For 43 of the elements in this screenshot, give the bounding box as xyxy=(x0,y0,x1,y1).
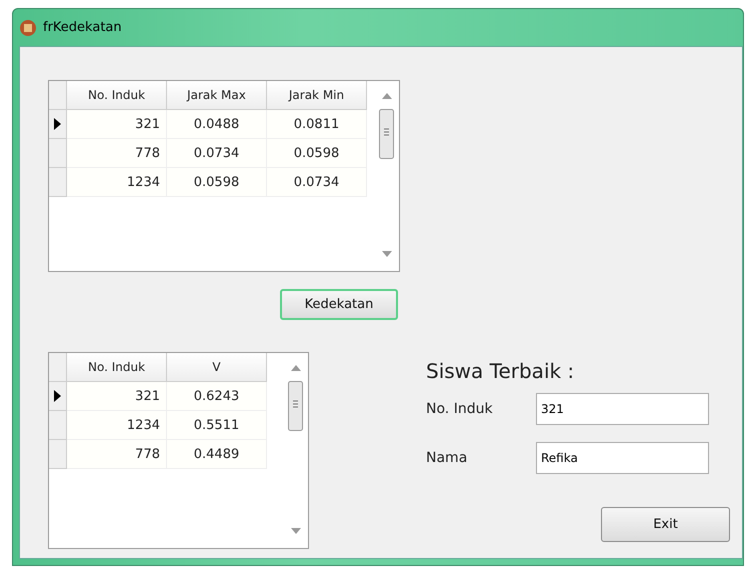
field-label: No. Induk xyxy=(426,401,494,417)
app-icon xyxy=(19,18,37,36)
field-label: Nama xyxy=(426,450,468,466)
table-cell: 321 xyxy=(67,110,167,139)
table-cell: 0.6243 xyxy=(167,382,267,411)
input-field[interactable]: 321 xyxy=(536,393,709,425)
table-cell: 1234 xyxy=(67,411,167,440)
input-field[interactable]: Refika xyxy=(536,442,709,474)
table-cell: 321 xyxy=(67,382,167,411)
scroll-down-icon[interactable] xyxy=(382,251,392,257)
section-heading: Siswa Terbaik : xyxy=(426,359,576,383)
column-header[interactable]: Jarak Min xyxy=(267,81,367,110)
table-cell: 0.0734 xyxy=(167,139,267,168)
scrollbar-thumb[interactable] xyxy=(288,381,303,431)
table-cell: 0.0598 xyxy=(167,168,267,197)
scrollbar-thumb[interactable] xyxy=(379,109,394,159)
column-header[interactable]: Jarak Max xyxy=(167,81,267,110)
table-cell: 0.0734 xyxy=(267,168,367,197)
table-cell: 0.4489 xyxy=(167,440,267,469)
window-title: frKedekatan xyxy=(43,20,122,35)
table-cell: 1234 xyxy=(67,168,167,197)
column-header[interactable]: No. Induk xyxy=(67,353,167,382)
current-row-icon xyxy=(54,390,61,402)
data-grid[interactable]: No. Induk Jarak Max Jarak Min 321 0.0488 0.0811 778 0.0734 0.0598 1234 0.0598 0.0734 xyxy=(48,80,400,272)
table-cell: 0.0598 xyxy=(267,139,367,168)
table-cell: 778 xyxy=(67,440,167,469)
current-row-icon xyxy=(54,118,61,130)
table-cell: 0.0811 xyxy=(267,110,367,139)
row-header xyxy=(49,81,67,110)
table-cell: 0.5511 xyxy=(167,411,267,440)
kedekatan-button[interactable]: Kedekatan xyxy=(280,289,398,320)
scroll-up-icon[interactable] xyxy=(291,365,301,371)
table-cell: 0.0488 xyxy=(167,110,267,139)
exit-button[interactable]: Exit xyxy=(601,507,730,542)
scroll-up-icon[interactable] xyxy=(382,93,392,99)
column-header[interactable]: No. Induk xyxy=(67,81,167,110)
row-indicator[interactable] xyxy=(49,382,67,411)
table-cell: 778 xyxy=(67,139,167,168)
scroll-down-icon[interactable] xyxy=(291,528,301,534)
row-header xyxy=(49,353,67,382)
column-header[interactable]: V xyxy=(167,353,267,382)
data-grid[interactable]: No. Induk V 321 0.6243 1234 0.5511 778 0.4489 xyxy=(48,352,309,549)
row-indicator[interactable] xyxy=(49,110,67,139)
